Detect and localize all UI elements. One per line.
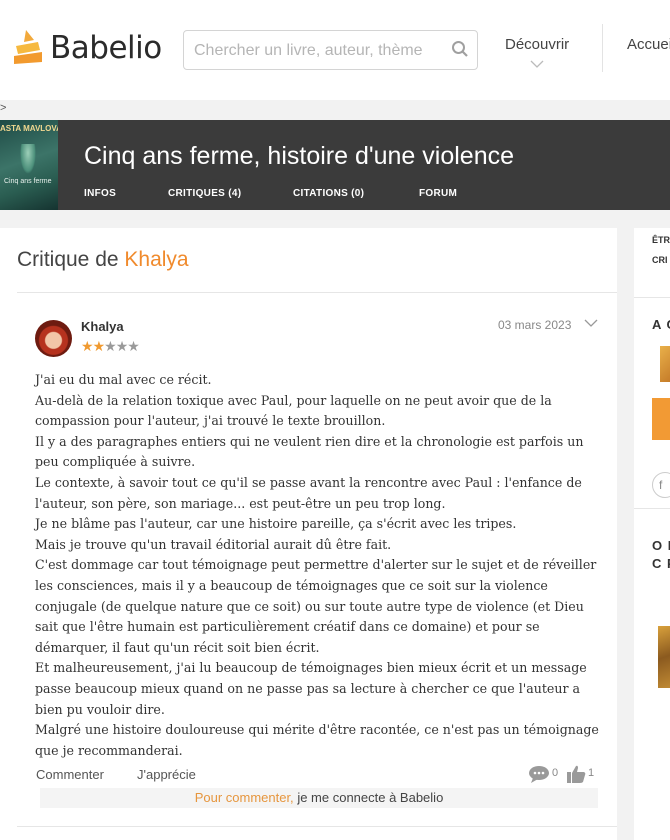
nav-accueil[interactable]: Accueil [627, 36, 670, 53]
login-link[interactable]: je me connecte à Babelio [297, 790, 443, 805]
star-icon: ★ [81, 338, 94, 354]
divider [634, 508, 670, 509]
sidebar-line: ÊTR [652, 235, 670, 245]
facebook-icon[interactable]: f [652, 472, 670, 498]
nav-separator [602, 24, 603, 72]
comment-bubble-icon[interactable] [528, 765, 550, 783]
reviewer-name[interactable]: Khalya [81, 319, 124, 334]
search-input[interactable] [192, 31, 446, 71]
babelio-logo-icon[interactable] [12, 26, 46, 70]
divider [17, 292, 617, 293]
tab-forum[interactable]: FORUM [419, 188, 457, 199]
critique-heading-author[interactable]: Khalya [124, 248, 188, 271]
sidebar-section-title: O N [652, 538, 670, 553]
comment-count: 0 [552, 767, 559, 779]
star-icon: ★ [104, 338, 117, 354]
review-paragraph: Je ne blâme pas l'auteur, car une histoi… [35, 516, 517, 532]
cover-figure [20, 144, 36, 174]
star-icon: ★ [115, 338, 129, 354]
cover-author: ASTA MAVLOVA [0, 124, 58, 133]
tab-critiques[interactable]: CRITIQUES (4) [168, 188, 241, 199]
review-paragraph: Il y a des paragraphes entiers qui ne ve… [35, 433, 584, 470]
comment-link[interactable]: Commenter [36, 767, 104, 782]
review-paragraph: Au-delà de la relation toxique avec Paul… [35, 392, 552, 429]
critique-heading-prefix: Critique de [17, 248, 119, 271]
thumbs-up-icon[interactable] [566, 764, 586, 784]
star-rating: ★★★★★ [81, 338, 140, 355]
divider [634, 297, 670, 298]
chevron-down-icon[interactable] [584, 318, 598, 328]
top-header: Babelio Découvrir Accueil [0, 0, 670, 100]
review-paragraph: Le contexte, à savoir tout ce qu'il se p… [35, 474, 582, 511]
chevron-down-icon[interactable] [530, 60, 544, 68]
star-icon: ★ [92, 338, 106, 354]
divider [17, 826, 617, 827]
book-cover[interactable]: ASTA MAVLOVA Cinq ans ferme [0, 120, 58, 210]
cover-title: Cinq ans ferme [4, 178, 52, 185]
tab-citations[interactable]: CITATIONS (0) [293, 188, 364, 199]
sidebar-orange-button[interactable] [652, 398, 670, 440]
login-prompt: Pour commenter, je me connecte à Babelio [40, 788, 598, 808]
critique-heading: Critique de Khalya [17, 248, 189, 272]
like-link[interactable]: J'apprécie [137, 767, 196, 782]
avatar[interactable] [35, 320, 72, 357]
review-paragraph: Mais je trouve qu'un travail éditorial a… [35, 536, 392, 552]
right-sidebar: ÊTR CRI A C f O N C P [634, 228, 670, 840]
logo-text[interactable]: Babelio [50, 30, 162, 66]
review-paragraph: Malgré une histoire douloureuse qui méri… [35, 722, 599, 758]
review-paragraph: Et malheureusement, j'ai lu beaucoup de … [35, 660, 587, 717]
search-box[interactable] [183, 30, 478, 71]
book-title[interactable]: Cinq ans ferme, histoire d'une violence [84, 142, 514, 171]
facebook-glyph: f [659, 478, 663, 492]
review-text: J'ai eu du mal avec ce récit. Au-delà de… [35, 370, 600, 761]
star-icon: ★ [127, 338, 140, 354]
sidebar-line: CRI [652, 255, 668, 265]
tab-infos[interactable]: INFOS [84, 188, 116, 199]
review-paragraph: C'est dommage car tout témoignage peut p… [35, 557, 597, 655]
sidebar-section-title: C P [652, 556, 670, 571]
review-paragraph: J'ai eu du mal avec ce récit. [35, 372, 212, 387]
nav-decouvrir[interactable]: Découvrir [505, 36, 569, 53]
login-prompt-prefix: Pour commenter, [194, 790, 294, 805]
breadcrumb: > [0, 102, 7, 114]
review-date: 03 mars 2023 [498, 318, 572, 332]
search-icon[interactable] [451, 40, 469, 58]
sidebar-book-thumbnail[interactable] [658, 626, 670, 688]
sidebar-section-title: A C [652, 317, 670, 332]
sidebar-thumbnail[interactable] [660, 346, 670, 382]
like-count: 1 [588, 767, 595, 779]
